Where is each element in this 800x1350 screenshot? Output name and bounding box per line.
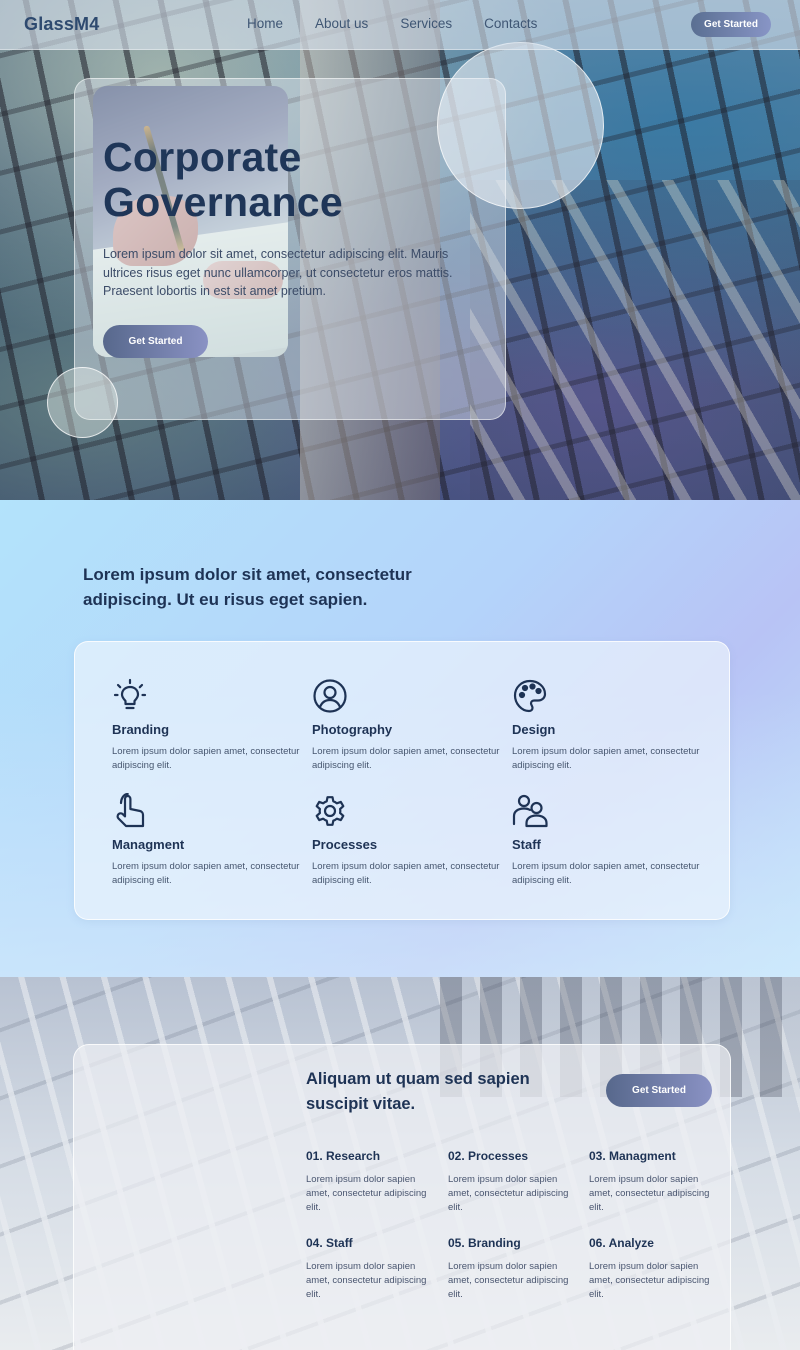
process-step-managment: 03. Managment Lorem ipsum dolor sapien a… bbox=[589, 1149, 714, 1215]
hero-title: Corporate Governance bbox=[103, 134, 343, 225]
decorative-glass-circle-large bbox=[437, 42, 604, 209]
process-step-staff: 04. Staff Lorem ipsum dolor sapien amet,… bbox=[306, 1236, 431, 1302]
top-navigation: GlassM4 Home About us Services Contacts … bbox=[0, 0, 800, 50]
feature-text: Lorem ipsum dolor sapien amet, consectet… bbox=[112, 861, 300, 886]
feature-title: Design bbox=[512, 722, 556, 737]
feature-text: Lorem ipsum dolor sapien amet, consectet… bbox=[312, 861, 500, 886]
step-text: Lorem ipsum dolor sapien amet, consectet… bbox=[589, 1261, 710, 1300]
lightbulb-icon bbox=[113, 678, 147, 710]
hero-get-started-button[interactable]: Get Started bbox=[103, 325, 208, 358]
process-step-processes: 02. Processes Lorem ipsum dolor sapien a… bbox=[448, 1149, 573, 1215]
hero-description: Lorem ipsum dolor sit amet, consectetur … bbox=[103, 247, 453, 298]
feature-managment: Managment Lorem ipsum dolor sapien amet,… bbox=[112, 793, 302, 888]
feature-text: Lorem ipsum dolor sapien amet, consectet… bbox=[312, 746, 500, 771]
step-title: 06. Analyze bbox=[589, 1236, 654, 1250]
step-title: 01. Research bbox=[306, 1149, 381, 1163]
step-text: Lorem ipsum dolor sapien amet, consectet… bbox=[448, 1261, 569, 1300]
feature-title: Staff bbox=[512, 837, 541, 852]
feature-title: Managment bbox=[112, 837, 185, 852]
nav-link-home[interactable]: Home bbox=[247, 16, 283, 31]
palette-icon bbox=[513, 679, 547, 713]
step-text: Lorem ipsum dolor sapien amet, consectet… bbox=[306, 1261, 427, 1300]
feature-photography: Photography Lorem ipsum dolor sapien ame… bbox=[312, 678, 502, 773]
feature-title: Photography bbox=[312, 722, 393, 737]
feature-staff: Staff Lorem ipsum dolor sapien amet, con… bbox=[512, 793, 702, 888]
process-step-branding: 05. Branding Lorem ipsum dolor sapien am… bbox=[448, 1236, 573, 1302]
decorative-glass-circle-small bbox=[47, 367, 118, 438]
feature-title: Branding bbox=[112, 722, 170, 737]
users-icon bbox=[512, 794, 548, 828]
user-circle-icon bbox=[313, 679, 347, 713]
feature-branding: Branding Lorem ipsum dolor sapien amet, … bbox=[112, 678, 302, 773]
feature-text: Lorem ipsum dolor sapien amet, consectet… bbox=[512, 746, 700, 771]
process-get-started-button[interactable]: Get Started bbox=[606, 1074, 712, 1107]
step-text: Lorem ipsum dolor sapien amet, consectet… bbox=[448, 1174, 569, 1213]
gear-icon bbox=[315, 796, 345, 826]
nav-link-services[interactable]: Services bbox=[400, 16, 452, 31]
nav-link-about-us[interactable]: About us bbox=[315, 16, 368, 31]
feature-text: Lorem ipsum dolor sapien amet, consectet… bbox=[512, 861, 700, 886]
hero-background-facade bbox=[470, 180, 800, 500]
feature-design: Design Lorem ipsum dolor sapien amet, co… bbox=[512, 678, 702, 773]
feature-processes: Processes Lorem ipsum dolor sapien amet,… bbox=[312, 793, 502, 888]
features-heading: Lorem ipsum dolor sit amet, consectetur … bbox=[83, 565, 412, 609]
step-title: 02. Processes bbox=[448, 1149, 529, 1163]
nav-links: Home About us Services Contacts bbox=[247, 16, 537, 31]
process-title: Aliquam ut quam sed sapien suscipit vita… bbox=[306, 1070, 530, 1113]
feature-text: Lorem ipsum dolor sapien amet, consectet… bbox=[112, 746, 300, 771]
hand-pointer-icon bbox=[116, 793, 145, 828]
nav-get-started-button[interactable]: Get Started bbox=[691, 12, 771, 37]
step-title: 04. Staff bbox=[306, 1236, 353, 1250]
process-step-analyze: 06. Analyze Lorem ipsum dolor sapien ame… bbox=[589, 1236, 714, 1302]
step-title: 03. Managment bbox=[589, 1149, 676, 1163]
logo[interactable]: GlassM4 bbox=[24, 14, 99, 35]
nav-link-contacts[interactable]: Contacts bbox=[484, 16, 537, 31]
process-step-research: 01. Research Lorem ipsum dolor sapien am… bbox=[306, 1149, 431, 1215]
step-title: 05. Branding bbox=[448, 1236, 521, 1250]
step-text: Lorem ipsum dolor sapien amet, consectet… bbox=[306, 1174, 427, 1213]
features-section: Lorem ipsum dolor sit amet, consectetur … bbox=[0, 500, 800, 977]
features-glass-card: Branding Lorem ipsum dolor sapien amet, … bbox=[74, 641, 730, 920]
feature-title: Processes bbox=[312, 837, 378, 852]
step-text: Lorem ipsum dolor sapien amet, consectet… bbox=[589, 1174, 710, 1213]
